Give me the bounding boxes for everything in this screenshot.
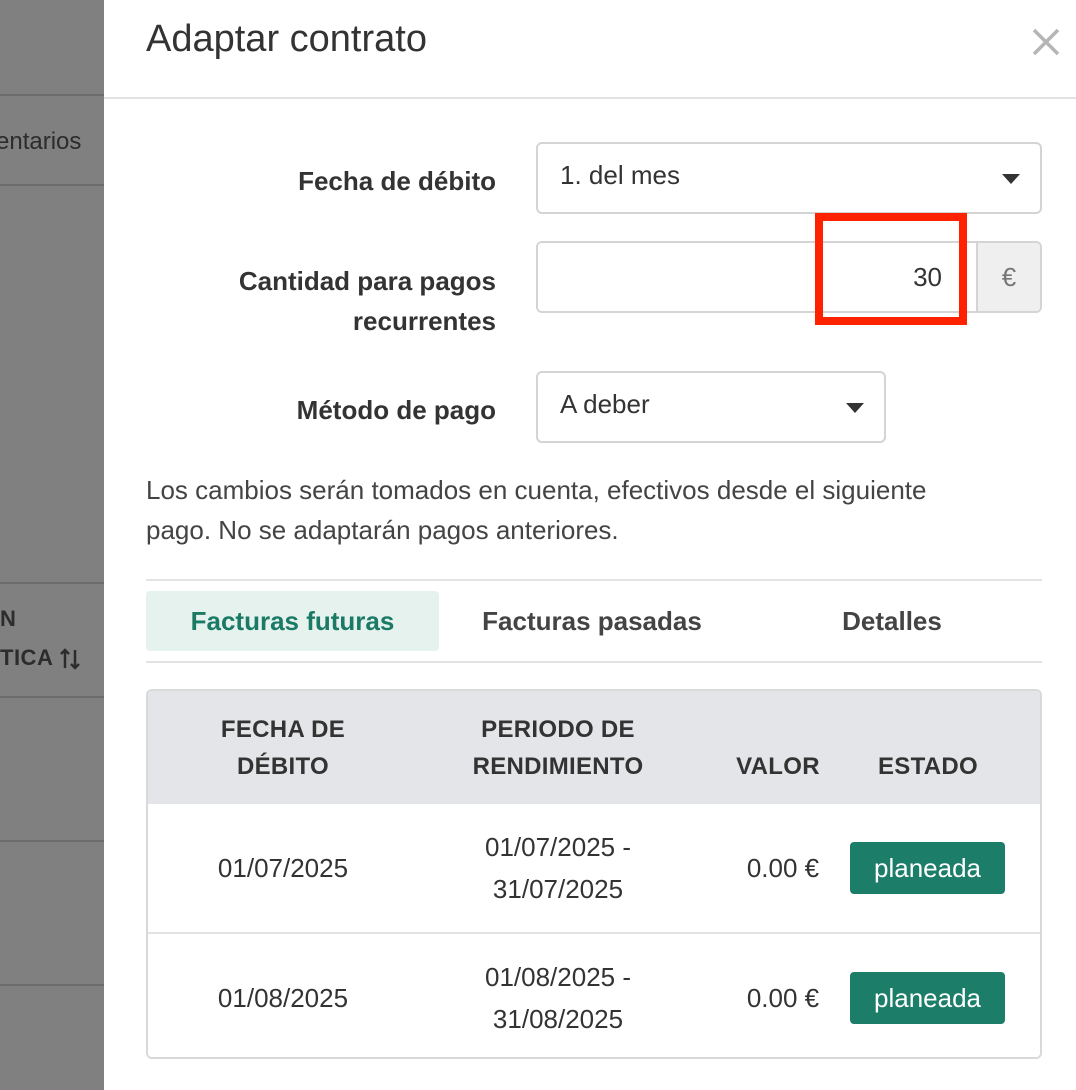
row-period-start: 01/08/2025 -: [484, 962, 631, 992]
recurring-amount-label-line1: Cantidad para pagos: [238, 266, 496, 296]
row-debit-date: 01/08/2025: [217, 983, 349, 1013]
chevron-down-icon: [1002, 174, 1020, 184]
row-period: 01/08/2025 - 31/08/2025: [438, 956, 678, 1040]
sort-icon: [60, 648, 81, 670]
background-column-header-text: TICA: [0, 645, 53, 670]
background-divider: [0, 184, 104, 186]
row-period: 01/07/2025 - 31/07/2025: [438, 826, 678, 910]
recurring-amount-input[interactable]: [538, 243, 976, 311]
column-header-text: RENDIMIENTO: [472, 753, 644, 780]
row-period-start: 01/07/2025 -: [484, 832, 631, 862]
background-divider: [0, 840, 104, 842]
modal-title: Adaptar contrato: [146, 18, 427, 60]
payment-method-select[interactable]: A deber: [536, 371, 886, 443]
background-page: entarios N TICA: [0, 0, 104, 1090]
adapt-contract-modal: Adaptar contrato Fecha de débito 1. del …: [104, 0, 1076, 1090]
recurring-amount-label: Cantidad para pagos recurrentes: [239, 261, 496, 341]
column-header-status: ESTADO: [877, 753, 979, 780]
background-column-header: TICA: [0, 645, 81, 671]
column-header-period: PERIODO DE RENDIMIENTO: [438, 711, 678, 785]
background-divider: [0, 94, 104, 96]
column-header-text: DÉBITO: [236, 753, 330, 780]
row-period-end: 31/07/2025: [492, 874, 624, 904]
invoices-table: FECHA DE DÉBITO PERIODO DE RENDIMIENTO V…: [146, 689, 1042, 1059]
background-header-text: entarios: [0, 128, 82, 155]
recurring-amount-group: €: [536, 241, 1042, 313]
row-period-end: 31/08/2025: [492, 1004, 624, 1034]
tab-past-invoices[interactable]: Facturas pasadas: [446, 591, 738, 651]
debit-date-value: 1. del mes: [560, 160, 680, 190]
row-value: 0.00 €: [746, 853, 820, 883]
invoice-tabs: Facturas futuras Facturas pasadas Detall…: [146, 579, 1042, 663]
info-text-line2: pago. No se adaptarán pagos anteriores.: [146, 515, 619, 545]
currency-addon: €: [976, 243, 1040, 311]
background-divider: [0, 984, 104, 986]
payment-method-value: A deber: [560, 389, 650, 419]
debit-date-select[interactable]: 1. del mes: [536, 142, 1042, 214]
payment-method-label: Método de pago: [296, 395, 496, 425]
background-divider: [0, 582, 104, 584]
tab-future-invoices[interactable]: Facturas futuras: [146, 591, 439, 651]
close-icon[interactable]: [1026, 22, 1066, 62]
column-header-text: PERIODO DE: [481, 716, 635, 743]
info-text-line1: Los cambios serán tomados en cuenta, efe…: [146, 475, 927, 505]
table-header: FECHA DE DÉBITO PERIODO DE RENDIMIENTO V…: [148, 691, 1040, 806]
background-column-header: N: [0, 606, 17, 631]
chevron-down-icon: [846, 403, 864, 413]
debit-date-label: Fecha de débito: [298, 166, 496, 196]
row-debit-date: 01/07/2025: [217, 853, 349, 883]
table-row: 01/08/2025 01/08/2025 - 31/08/2025 0.00 …: [148, 932, 1040, 1057]
status-badge: planeada: [850, 972, 1005, 1024]
status-badge: planeada: [850, 842, 1005, 894]
column-header-text: FECHA DE: [220, 716, 346, 743]
column-header-value: VALOR: [736, 753, 820, 780]
info-text: Los cambios serán tomados en cuenta, efe…: [146, 470, 1046, 550]
table-row: 01/07/2025 01/07/2025 - 31/07/2025 0.00 …: [148, 804, 1040, 932]
tab-details[interactable]: Detalles: [746, 591, 1038, 651]
background-divider: [0, 696, 104, 698]
modal-header: Adaptar contrato: [104, 0, 1076, 99]
recurring-amount-label-line2: recurrentes: [352, 306, 496, 336]
row-value: 0.00 €: [746, 983, 820, 1013]
column-header-debit-date: FECHA DE DÉBITO: [168, 711, 398, 785]
